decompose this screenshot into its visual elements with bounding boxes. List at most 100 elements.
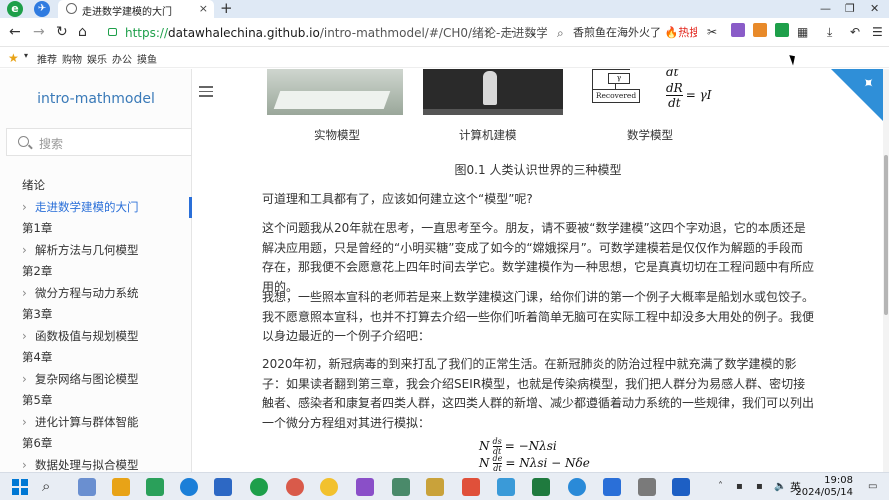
sidebar-subitem[interactable]: 微分方程与动力系统: [0, 283, 192, 305]
sidebar-chapter[interactable]: 第1章: [0, 218, 192, 240]
title-bar: e ✈ 走进数学建模的大门 × + — ❐ ✕: [0, 0, 889, 18]
game-icon[interactable]: [753, 23, 767, 37]
sidebar-chapter[interactable]: 第5章: [0, 390, 192, 412]
tab-title: 走进数学建模的大门: [82, 7, 172, 18]
notification-icon[interactable]: ▭: [868, 481, 877, 492]
address-bar[interactable]: https://datawhalechina.github.io/intro-m…: [105, 22, 547, 44]
bookmark-item[interactable]: 推荐: [37, 51, 57, 66]
sidebar-subitem[interactable]: 走进数学建模的大门: [0, 196, 192, 219]
taskbar-app-icon[interactable]: [392, 478, 410, 496]
diagram-recovered-box: Recovered: [592, 89, 640, 103]
extension-purple-icon[interactable]: [731, 23, 745, 37]
caption-math: 数学模型: [627, 128, 673, 142]
refresh-button[interactable]: ↻: [56, 22, 68, 42]
sidebar-chapter[interactable]: 第6章: [0, 433, 192, 455]
close-window-button[interactable]: ✕: [870, 0, 879, 17]
search-input[interactable]: ⌕ 香煎鱼在海外火了 🔥热搜: [553, 22, 697, 44]
browser-logo-icon[interactable]: e: [7, 1, 23, 17]
scrollbar-thumb[interactable]: [884, 155, 888, 315]
tray-chevron-icon[interactable]: ˄: [718, 481, 723, 492]
edge-icon[interactable]: [180, 478, 198, 496]
formula-lhs: N: [479, 439, 490, 453]
windows-start-icon[interactable]: [12, 479, 28, 495]
excel-icon[interactable]: [532, 478, 550, 496]
figure-caption: 图0.1 人类认识世界的三种模型: [454, 163, 622, 177]
bookmark-item[interactable]: 摸鱼: [137, 51, 157, 66]
extension-green-icon[interactable]: [775, 23, 789, 37]
visual-studio-icon[interactable]: [356, 478, 374, 496]
taskbar-app-icon[interactable]: [568, 478, 586, 496]
taskbar-app-icon[interactable]: [497, 478, 515, 496]
new-tab-button[interactable]: +: [220, 0, 233, 17]
sidebar-subitem[interactable]: 函数极值与规划模型: [0, 326, 192, 348]
sidebar-chapter[interactable]: 第2章: [0, 261, 192, 283]
sidebar-chapter[interactable]: 第4章: [0, 347, 192, 369]
search-icon[interactable]: ⌕: [42, 477, 50, 495]
hot-label[interactable]: 🔥热搜: [665, 26, 698, 39]
undo-icon[interactable]: ↶: [850, 22, 860, 42]
clock[interactable]: 19:08 2024/05/14: [795, 475, 853, 499]
eq-denominator: dt: [668, 96, 681, 110]
dropdown-button[interactable]: ⌄: [528, 22, 538, 42]
navigation-bar: ← → ↻ ⌂ https://datawhalechina.github.io…: [0, 18, 889, 47]
clock-time: 19:08: [824, 475, 853, 486]
physical-model-image: [267, 69, 403, 115]
formula-lhs: N: [479, 456, 490, 470]
back-button[interactable]: ←: [9, 22, 21, 42]
hamburger-menu-icon[interactable]: [199, 86, 213, 98]
url-scheme: https://: [125, 26, 169, 40]
minimize-button[interactable]: —: [820, 0, 831, 17]
bookmark-dropdown-icon[interactable]: ▾: [24, 51, 28, 60]
sidebar: intro-mathmodel 搜索 绪论走进数学建模的大门第1章解析方法与几何…: [0, 69, 192, 476]
eq-numerator: dR: [666, 81, 683, 96]
scrollbar[interactable]: [883, 69, 889, 472]
tray-app-icon[interactable]: ▪: [756, 481, 763, 492]
search-placeholder: 搜索: [39, 137, 64, 151]
sidebar-subitem[interactable]: 解析方法与几何模型: [0, 240, 192, 262]
restore-button[interactable]: ❐: [845, 0, 855, 17]
globe-icon: [66, 3, 77, 14]
menu-icon[interactable]: ☰: [872, 22, 883, 42]
taskbar-app-icon[interactable]: [462, 478, 480, 496]
search-icon: [18, 136, 29, 147]
tab-close-icon[interactable]: ×: [199, 2, 208, 15]
chrome-icon[interactable]: [320, 478, 338, 496]
volume-icon[interactable]: 🔈: [774, 481, 786, 492]
paragraph: 这个问题我从20年就在思考，一直思考至今。朋友，请不要被“数学建模”这四个字劝退…: [262, 221, 815, 294]
main-content: γ Recovered dt dR dt = γI 实物模型 计算机建模 数学模型 …: [193, 69, 883, 472]
extension-icon[interactable]: ✈: [34, 1, 50, 17]
taskbar-app-icon[interactable]: [672, 478, 690, 496]
sidebar-subitem[interactable]: 进化计算与群体智能: [0, 412, 192, 434]
bookmark-item[interactable]: 办公: [112, 51, 132, 66]
sidebar-subitem[interactable]: 复杂网络与图论模型: [0, 369, 192, 391]
forward-button[interactable]: →: [33, 22, 45, 42]
apps-grid-icon[interactable]: ▦: [797, 22, 808, 42]
star-icon[interactable]: ★: [8, 51, 19, 65]
download-icon[interactable]: ⤓: [827, 22, 832, 42]
bookmark-item[interactable]: 购物: [62, 51, 82, 66]
scissors-icon[interactable]: ✂: [707, 22, 717, 42]
browser-taskbar-icon[interactable]: [250, 478, 268, 496]
sidebar-chapter[interactable]: 第3章: [0, 304, 192, 326]
more-button[interactable]: ···: [503, 22, 514, 42]
formula-denominator: dt: [493, 464, 502, 472]
lightning-icon[interactable]: ⚡: [483, 22, 491, 42]
taskbar-app-icon[interactable]: [286, 478, 304, 496]
computer-model-image: [423, 69, 563, 115]
taskbar-app-icon[interactable]: [426, 478, 444, 496]
home-button[interactable]: ⌂: [78, 22, 87, 42]
taskbar-app-icon[interactable]: [214, 478, 232, 496]
tray-app-icon[interactable]: ▪: [736, 481, 743, 492]
tab-active[interactable]: 走进数学建模的大门 ×: [58, 0, 214, 18]
bookmark-item[interactable]: 娱乐: [87, 51, 107, 66]
taskbar-app-icon[interactable]: [78, 478, 96, 496]
sidebar-search-input[interactable]: 搜索: [6, 128, 192, 156]
taskbar-app-icon[interactable]: [146, 478, 164, 496]
file-explorer-icon[interactable]: [112, 478, 130, 496]
taskbar-app-icon[interactable]: [638, 478, 656, 496]
search-text: 香煎鱼在海外火了: [573, 26, 661, 39]
taskbar: ⌕ ˄ ▪ ▪ 🔈 英 19:08 2024/05/14 ▭: [0, 472, 889, 500]
sidebar-chapter[interactable]: 绪论: [0, 175, 192, 197]
taskbar-app-icon[interactable]: [603, 478, 621, 496]
site-title[interactable]: intro-mathmodel: [0, 91, 192, 107]
